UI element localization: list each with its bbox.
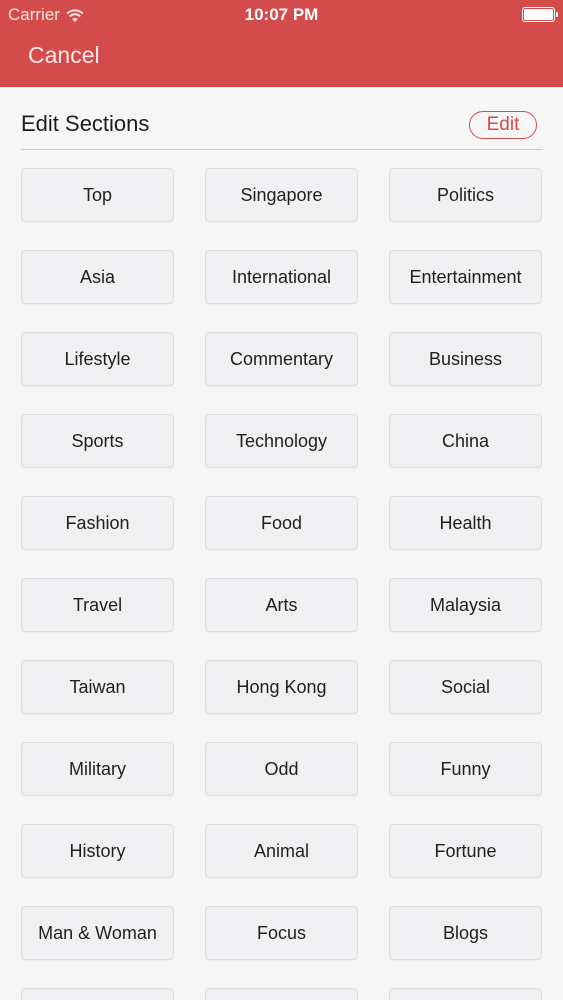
status-bar: Carrier 10:07 PM — [0, 0, 563, 30]
section-tile[interactable]: Malaysia — [389, 578, 542, 632]
section-header: Edit Sections Edit — [21, 108, 543, 150]
section-tile[interactable]: Blogs — [389, 906, 542, 960]
status-time: 10:07 PM — [244, 5, 319, 24]
battery-icon — [522, 7, 558, 22]
section-tile[interactable]: Military — [21, 742, 174, 796]
section-tile[interactable]: Taiwan — [21, 660, 174, 714]
section-tile[interactable]: Arts — [205, 578, 358, 632]
section-tile[interactable]: Top — [21, 168, 174, 222]
section-tile[interactable]: Entertainment — [389, 250, 542, 304]
section-tile[interactable]: Odd — [205, 742, 358, 796]
section-tile[interactable] — [21, 988, 174, 1000]
section-tile[interactable]: Politics — [389, 168, 542, 222]
sections-grid: Top Singapore Politics Asia International Ent… — [21, 168, 543, 1000]
section-tile[interactable]: Man & Woman — [21, 906, 174, 960]
cancel-button[interactable]: Cancel — [28, 42, 100, 69]
section-tile[interactable]: China — [389, 414, 542, 468]
section-tile[interactable]: History — [21, 824, 174, 878]
section-tile[interactable]: Hong Kong — [205, 660, 358, 714]
section-tile[interactable]: Travel — [21, 578, 174, 632]
edit-button[interactable]: Edit — [469, 111, 537, 139]
section-tile[interactable] — [389, 988, 542, 1000]
section-tile[interactable]: Asia — [21, 250, 174, 304]
nav-header: Carrier 10:07 PM Cancel — [0, 0, 563, 87]
section-tile[interactable]: Commentary — [205, 332, 358, 386]
section-tile[interactable]: International — [205, 250, 358, 304]
section-tile[interactable]: Singapore — [205, 168, 358, 222]
page-title: Edit Sections — [21, 111, 150, 136]
section-tile[interactable]: Social — [389, 660, 542, 714]
section-tile[interactable]: Health — [389, 496, 542, 550]
section-tile[interactable] — [205, 988, 358, 1000]
section-tile[interactable]: Fortune — [389, 824, 542, 878]
section-tile[interactable]: Sports — [21, 414, 174, 468]
section-tile[interactable]: Animal — [205, 824, 358, 878]
section-tile[interactable]: Technology — [205, 414, 358, 468]
section-tile[interactable]: Business — [389, 332, 542, 386]
section-tile[interactable]: Lifestyle — [21, 332, 174, 386]
section-tile[interactable]: Food — [205, 496, 358, 550]
section-tile[interactable]: Fashion — [21, 496, 174, 550]
section-tile[interactable]: Focus — [205, 906, 358, 960]
section-tile[interactable]: Funny — [389, 742, 542, 796]
